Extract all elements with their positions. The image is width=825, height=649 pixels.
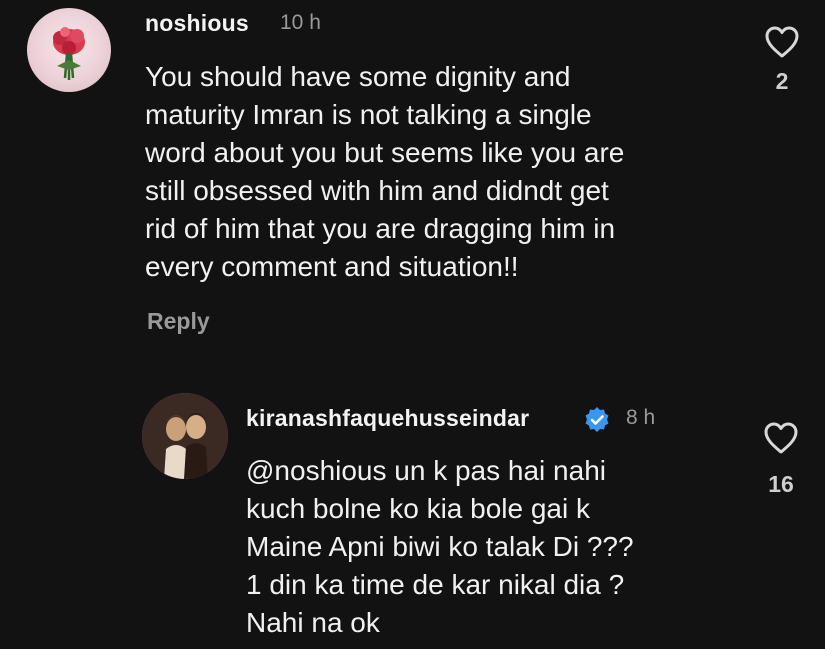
comment-noshious: noshious 10 h You should have some digni…: [0, 0, 825, 360]
comment-text: @noshious un k pas hai nahi kuch bolne k…: [246, 455, 634, 638]
like-heart-button[interactable]: [761, 418, 801, 458]
couple-photo-icon: [142, 393, 228, 479]
comment-timestamp: 10 h: [280, 11, 321, 34]
heart-icon: [764, 422, 798, 454]
user-avatar[interactable]: [27, 8, 111, 92]
comment-text: You should have some dignity and maturit…: [145, 61, 625, 282]
like-heart-button[interactable]: [762, 22, 802, 62]
comment-username[interactable]: kiranashfaquehusseindar: [246, 405, 529, 432]
verified-badge-icon: [585, 407, 609, 432]
rose-bouquet-icon: [53, 27, 85, 80]
comment-username[interactable]: noshious: [145, 10, 249, 37]
comment-timestamp: 8 h: [626, 406, 656, 429]
like-count: 2: [775, 68, 789, 94]
like-count: 16: [768, 471, 794, 497]
reply-button[interactable]: Reply: [147, 308, 210, 335]
user-avatar[interactable]: [142, 393, 228, 479]
comment-kiranashfaquehusseindar: kiranashfaquehusseindar 8 h @noshious un…: [0, 385, 825, 649]
heart-icon: [765, 26, 799, 58]
